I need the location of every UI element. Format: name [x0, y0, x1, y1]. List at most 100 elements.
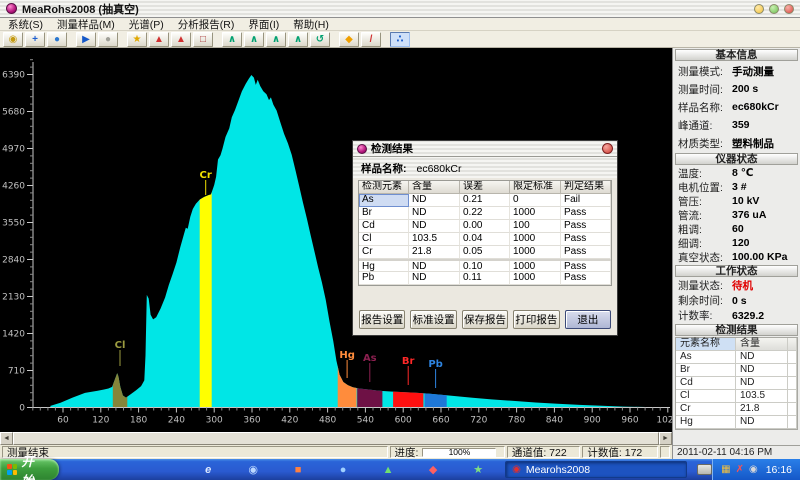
results-cell: 1000 — [510, 246, 561, 259]
scroll-right-arrow[interactable]: ► — [659, 432, 672, 445]
exit-button[interactable]: 退出 — [565, 310, 611, 329]
globe-button[interactable]: ● — [47, 32, 67, 47]
report-settings-button[interactable]: 报告设置 — [359, 310, 405, 329]
save-report-button[interactable]: 保存报告 — [462, 310, 508, 329]
scroll-left-arrow[interactable]: ◄ — [0, 432, 13, 445]
sidebar-table-row: BrND — [676, 364, 797, 377]
results-cell: 0.21 — [460, 194, 510, 207]
dialog-close-icon[interactable] — [602, 143, 613, 154]
results-table-row[interactable]: HgND0.101000Pass — [359, 259, 611, 272]
zoom-y-in-button[interactable]: ∧ — [266, 32, 286, 47]
reset-view-button[interactable]: ↺ — [310, 32, 330, 47]
x-tick-label: 540 — [357, 416, 374, 426]
results-table-row[interactable]: CdND0.00100Pass — [359, 220, 611, 233]
x-tick-label: 660 — [432, 416, 449, 426]
office-icon[interactable]: ■ — [291, 463, 305, 477]
sidebar-row-label: 剩余时间: — [678, 293, 732, 308]
analysis-tool-button[interactable]: ∴ — [390, 32, 410, 47]
results-table-row[interactable]: PbND0.111000Pass — [359, 272, 611, 285]
sidebar-table-row: CdND — [676, 377, 797, 390]
spectrum-report-a-button[interactable]: ▲ — [149, 32, 169, 47]
menu-item-sample[interactable]: 测量样品(M) — [57, 17, 115, 32]
cell-element: Cr — [676, 403, 736, 415]
scroll-thumb[interactable] — [13, 432, 659, 445]
cell-element: Hg — [676, 416, 736, 428]
dialog-title: 检测结果 — [371, 141, 413, 156]
close-button[interactable] — [784, 4, 794, 14]
dialog-title-bar[interactable]: 检测结果 — [353, 141, 617, 157]
menu-item-ui[interactable]: 界面(I) — [248, 17, 279, 32]
results-cell: 0.04 — [460, 233, 510, 246]
calibration-button[interactable]: / — [361, 32, 381, 47]
sidebar-row-label: 测量时间: — [678, 82, 732, 97]
sidebar-section-title: 仪器状态 — [675, 153, 798, 165]
results-table-row[interactable]: Cl103.50.041000Pass — [359, 233, 611, 246]
chart-tray-icon[interactable]: ▦ — [721, 464, 730, 475]
results-cell: Pb — [359, 272, 409, 285]
cell-content: 103.5 — [736, 390, 788, 402]
results-cell: 100 — [510, 220, 561, 233]
green-app-icon[interactable]: ▲ — [381, 463, 395, 477]
axes-button[interactable]: + — [25, 32, 45, 47]
minimize-button[interactable] — [754, 4, 764, 14]
red-app-icon[interactable]: ◆ — [426, 463, 440, 477]
results-table-row[interactable]: Cr21.80.051000Pass — [359, 246, 611, 259]
start-button[interactable]: 开始 — [0, 459, 59, 480]
zoom-x-out-button[interactable]: ∧ — [244, 32, 264, 47]
sidebar-table-row: Cr21.8 — [676, 403, 797, 416]
ie-icon[interactable]: e — [201, 463, 215, 477]
start-label: 开始 — [21, 451, 45, 480]
results-cell: 0.05 — [460, 246, 510, 259]
windows-flag-icon — [7, 464, 17, 475]
results-cell: 0 — [510, 194, 561, 207]
network-off-icon[interactable]: ✗ — [736, 464, 744, 475]
x-tick-label: 120 — [92, 416, 109, 426]
results-cell: 1000 — [510, 261, 561, 272]
x-tick-label: 720 — [470, 416, 487, 426]
menu-item-spectrum[interactable]: 光谱(P) — [129, 17, 164, 32]
menu-item-report[interactable]: 分析报告(R) — [178, 17, 235, 32]
volume-icon[interactable]: ◉ — [749, 464, 758, 475]
task-button-mearohs[interactable]: ◉ Mearohs2008 — [505, 461, 687, 478]
zoom-y-out-button[interactable]: ∧ — [288, 32, 308, 47]
report-window-button[interactable]: □ — [193, 32, 213, 47]
menu-item-system[interactable]: 系统(S) — [8, 17, 43, 32]
y-tick-label: 5680 — [2, 108, 25, 118]
cell-spacer — [788, 416, 797, 428]
results-cell: Hg — [359, 261, 409, 272]
standard-settings-button[interactable]: 标准设置 — [410, 310, 456, 329]
start-measure-button[interactable]: ▶ — [76, 32, 96, 47]
energy-button[interactable]: ◆ — [339, 32, 359, 47]
open-spectrum-icon: ★ — [133, 34, 142, 45]
zoom-x-in-button[interactable]: ∧ — [222, 32, 242, 47]
globe-icon[interactable]: ● — [336, 463, 350, 477]
maximize-button[interactable] — [769, 4, 779, 14]
open-spectrum-button[interactable]: ★ — [127, 32, 147, 47]
print-report-button[interactable]: 打印报告 — [513, 310, 559, 329]
messenger-icon[interactable]: ◉ — [246, 463, 260, 477]
window-title: MeaRohs2008 (抽真空) — [22, 1, 139, 17]
y-tick-label: 4260 — [2, 182, 25, 192]
cell-spacer — [788, 390, 797, 402]
sidebar-row: 峰通道:359 — [673, 116, 800, 134]
sidebar-table-header: 元素名称含量 — [676, 338, 797, 351]
tools-app-icon[interactable]: ★ — [471, 463, 485, 477]
stop-measure-icon: ● — [105, 34, 111, 45]
band-label-Cl: Cl — [115, 340, 126, 351]
cell-element: Cd — [676, 377, 736, 389]
results-cell: ND — [409, 261, 460, 272]
spectrum-report-b-button[interactable]: ▲ — [171, 32, 191, 47]
menu-item-help[interactable]: 帮助(H) — [293, 17, 329, 32]
results-cell: ND — [409, 272, 460, 285]
meter-button[interactable]: ◉ — [3, 32, 23, 47]
stop-measure-button[interactable]: ● — [98, 32, 118, 47]
report-window-icon: □ — [200, 34, 206, 45]
y-tick-label: 4970 — [2, 145, 25, 155]
printer-icon[interactable] — [697, 464, 712, 475]
results-cell: Pass — [561, 207, 611, 220]
results-table-row[interactable]: BrND0.221000Pass — [359, 207, 611, 220]
cell-content: 21.8 — [736, 403, 788, 415]
results-table-row[interactable]: AsND0.210Fail — [359, 194, 611, 207]
sidebar-row-value: 120 — [732, 237, 750, 249]
sidebar-row-label: 粗调: — [678, 222, 732, 237]
